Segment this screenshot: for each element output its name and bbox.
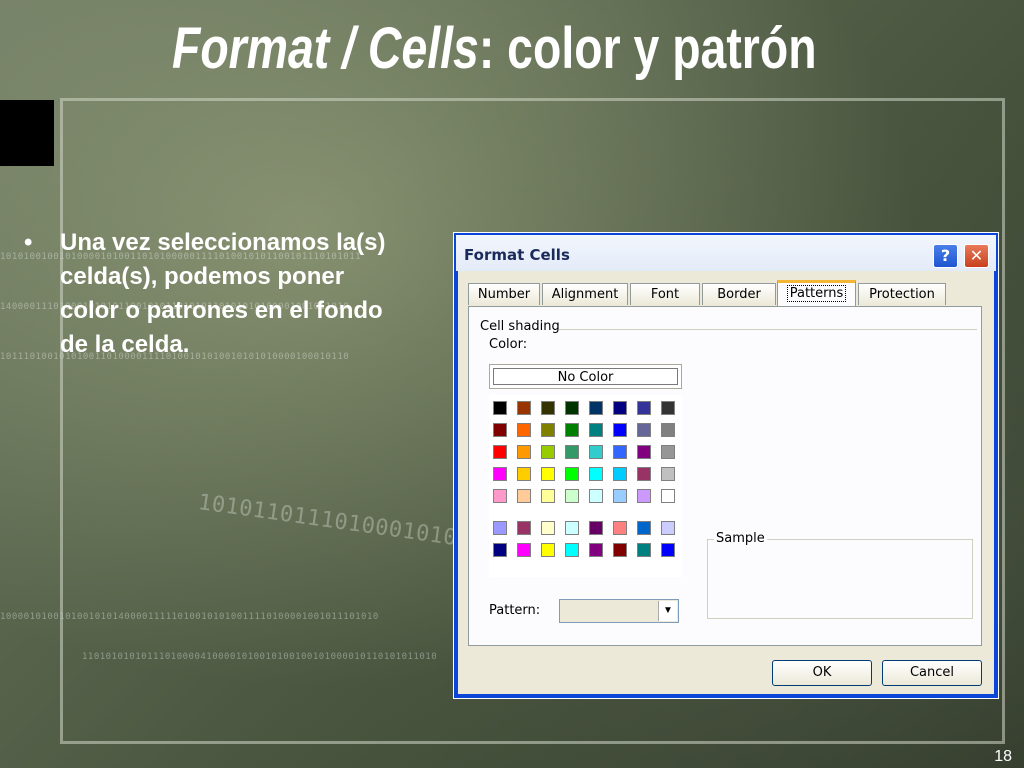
color-swatch[interactable] — [637, 445, 651, 459]
pattern-label: Pattern: — [489, 603, 541, 618]
color-swatch[interactable] — [589, 521, 603, 535]
color-swatch[interactable] — [493, 467, 507, 481]
color-swatch[interactable] — [517, 521, 531, 535]
pattern-dropdown[interactable]: ▼ — [559, 599, 679, 623]
color-swatch[interactable] — [493, 401, 507, 415]
color-swatch[interactable] — [637, 543, 651, 557]
bullet-item: • Una vez seleccionamos la(s) celda(s), … — [24, 226, 404, 362]
black-block-decoration — [0, 100, 54, 166]
color-swatch[interactable] — [637, 489, 651, 503]
dialog-titlebar[interactable]: Format Cells ? ✕ — [456, 235, 996, 271]
color-swatch[interactable] — [541, 423, 555, 437]
color-swatch[interactable] — [637, 423, 651, 437]
color-swatch[interactable] — [541, 521, 555, 535]
bullet-marker: • — [24, 229, 33, 256]
color-swatch[interactable] — [613, 467, 627, 481]
close-button[interactable]: ✕ — [964, 244, 989, 268]
tab-label: Border — [717, 287, 761, 302]
color-swatch[interactable] — [661, 445, 675, 459]
group-separator — [559, 329, 977, 330]
color-swatch[interactable] — [541, 467, 555, 481]
ok-button[interactable]: OK — [772, 660, 872, 686]
color-swatch[interactable] — [661, 489, 675, 503]
color-swatch[interactable] — [517, 543, 531, 557]
color-swatch[interactable] — [541, 445, 555, 459]
dialog-title: Format Cells — [464, 246, 570, 264]
color-swatch[interactable] — [493, 521, 507, 535]
tab-label: Font — [650, 287, 680, 302]
sample-preview: Sample — [707, 531, 973, 619]
slide-title-rest: : color y patrón — [478, 16, 817, 81]
color-swatch[interactable] — [589, 445, 603, 459]
tab-label: Alignment — [551, 287, 619, 302]
color-swatch[interactable] — [661, 401, 675, 415]
color-swatch[interactable] — [661, 423, 675, 437]
color-swatch[interactable] — [589, 489, 603, 503]
color-swatch[interactable] — [565, 445, 579, 459]
color-swatch[interactable] — [493, 445, 507, 459]
format-cells-dialog: Format Cells ? ✕ Number Alignment Font B… — [453, 232, 999, 699]
tab-label: Number — [477, 287, 531, 302]
color-swatch[interactable] — [517, 401, 531, 415]
color-swatch[interactable] — [493, 543, 507, 557]
dialog-client: Number Alignment Font Border Patterns Pr… — [458, 271, 994, 694]
color-swatch[interactable] — [637, 467, 651, 481]
tab-label: Protection — [869, 287, 935, 302]
color-swatch[interactable] — [613, 423, 627, 437]
color-swatch[interactable] — [517, 489, 531, 503]
chevron-down-icon[interactable]: ▼ — [658, 601, 677, 621]
color-swatch[interactable] — [565, 489, 579, 503]
page-number: 18 — [994, 748, 1012, 765]
color-swatch[interactable] — [493, 423, 507, 437]
color-swatch[interactable] — [613, 543, 627, 557]
bullet-text: Una vez seleccionamos la(s) celda(s), po… — [60, 229, 386, 358]
color-swatch[interactable] — [541, 543, 555, 557]
slide-title: Format / Cells: color y patrón — [172, 10, 817, 88]
color-swatch[interactable] — [613, 521, 627, 535]
color-swatch[interactable] — [565, 401, 579, 415]
color-swatch[interactable] — [565, 543, 579, 557]
tab-border[interactable]: Border — [702, 283, 776, 305]
sample-label: Sample — [714, 531, 767, 546]
color-swatch[interactable] — [517, 445, 531, 459]
color-swatch[interactable] — [661, 543, 675, 557]
color-swatch[interactable] — [589, 401, 603, 415]
no-color-button[interactable]: No Color — [489, 364, 682, 389]
color-swatch[interactable] — [565, 423, 579, 437]
color-swatch[interactable] — [541, 401, 555, 415]
slide-title-italic: Format / Cells — [172, 16, 479, 81]
color-swatch[interactable] — [637, 401, 651, 415]
color-swatch[interactable] — [541, 489, 555, 503]
color-swatch[interactable] — [589, 423, 603, 437]
color-swatch[interactable] — [637, 521, 651, 535]
color-swatch[interactable] — [517, 423, 531, 437]
color-label: Color: — [489, 337, 528, 352]
help-button[interactable]: ? — [933, 244, 958, 268]
color-swatch[interactable] — [589, 467, 603, 481]
tab-font[interactable]: Font — [630, 283, 700, 305]
color-swatch[interactable] — [613, 401, 627, 415]
cell-shading-label: Cell shading — [480, 319, 560, 334]
tab-alignment[interactable]: Alignment — [542, 283, 628, 305]
tab-number[interactable]: Number — [468, 283, 540, 305]
color-swatch[interactable] — [517, 467, 531, 481]
color-swatch[interactable] — [565, 521, 579, 535]
color-swatch[interactable] — [613, 445, 627, 459]
patterns-panel: Cell shading Color: No Color Pattern: ▼ … — [468, 306, 982, 646]
color-swatch[interactable] — [661, 467, 675, 481]
color-swatch[interactable] — [589, 543, 603, 557]
tab-label: Patterns — [786, 285, 847, 302]
color-swatch[interactable] — [661, 521, 675, 535]
color-swatch[interactable] — [613, 489, 627, 503]
color-swatch[interactable] — [493, 489, 507, 503]
color-palette — [489, 395, 682, 577]
no-color-label: No Color — [493, 368, 678, 385]
color-swatch[interactable] — [565, 467, 579, 481]
tab-patterns[interactable]: Patterns — [777, 280, 856, 306]
tab-protection[interactable]: Protection — [858, 283, 946, 305]
cancel-button[interactable]: Cancel — [882, 660, 982, 686]
